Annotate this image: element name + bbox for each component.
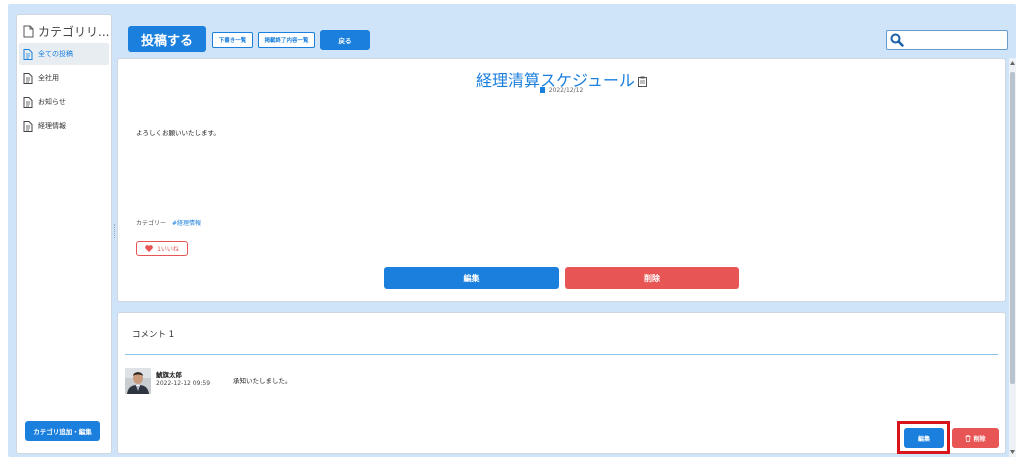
comment-text: 承知いたしました。 [233, 377, 292, 385]
post-date: 2022/12/12 [548, 87, 584, 94]
avatar [125, 368, 151, 394]
app-root: カテゴリリ... 全ての投稿 全社用 お知らせ 経理情報 カテゴリ追加・編集 投… [0, 0, 1024, 461]
scrollbar-thumb[interactable] [1010, 72, 1015, 384]
sidebar-item-company[interactable]: 全社用 [19, 67, 109, 89]
ended-posts-button[interactable]: 掲載終了内容一覧 [258, 32, 315, 48]
sidebar-item-label: 全社用 [38, 74, 59, 82]
file-text-icon [23, 72, 33, 84]
user-photo-icon [125, 368, 151, 394]
search-box [886, 30, 1008, 50]
back-button[interactable]: 戻る [320, 30, 370, 50]
sidebar-item-label: 全ての投稿 [38, 50, 73, 58]
edit-comment-button[interactable]: 編集 [904, 428, 944, 448]
delete-comment-button[interactable]: 削除 [952, 428, 999, 448]
search-input[interactable] [907, 32, 1003, 48]
comment-author: 鯱旗太郎 [156, 371, 182, 379]
scroll-up-arrow-icon[interactable] [1009, 58, 1016, 68]
like-button[interactable]: 1いいね [136, 241, 188, 256]
file-text-icon [23, 48, 33, 60]
divider [125, 354, 998, 355]
comments-header: コメント 1 [132, 330, 175, 340]
file-text-icon [23, 120, 33, 132]
category-label: カテゴリー [136, 220, 167, 227]
sidebar-item-label: お知らせ [38, 98, 66, 106]
like-text: いいね [160, 246, 179, 253]
comments-card: コメント 1 鯱旗太郎 2022-12-12 09:59 承知いたしました。 編… [117, 312, 1006, 454]
post-card: 経理清算スケジュール 2022/12/12 よろしくお願いいたします。 カテゴリ… [117, 58, 1006, 302]
document-icon [23, 25, 34, 38]
category-tag-link[interactable]: #経理情報 [172, 220, 201, 227]
drafts-button[interactable]: 下書き一覧 [212, 32, 253, 48]
sidebar-item-notices[interactable]: お知らせ [19, 91, 109, 113]
clipboard-icon [637, 76, 647, 87]
file-text-icon [23, 96, 33, 108]
post-category-row: カテゴリー #経理情報 [136, 218, 201, 227]
file-icon [539, 87, 545, 93]
sidebar-item-accounting[interactable]: 経理情報 [19, 115, 109, 137]
sidebar-item-label: 経理情報 [38, 122, 66, 130]
category-sidebar: カテゴリリ... 全ての投稿 全社用 お知らせ 経理情報 カテゴリ追加・編集 [16, 14, 112, 454]
post-button[interactable]: 投稿する [128, 26, 206, 52]
sidebar-item-all-posts[interactable]: 全ての投稿 [19, 43, 109, 65]
delete-comment-label: 削除 [973, 435, 986, 443]
trash-icon [965, 434, 971, 442]
delete-post-button[interactable]: 削除 [565, 267, 739, 289]
post-date-row: 2022/12/12 [118, 87, 1005, 94]
add-category-button[interactable]: カテゴリ追加・編集 [25, 421, 100, 441]
sidebar-resize-handle[interactable] [114, 224, 116, 238]
heart-icon [145, 245, 153, 252]
edit-post-button[interactable]: 編集 [384, 267, 559, 289]
scroll-down-arrow-icon[interactable] [1009, 447, 1016, 457]
post-body: よろしくお願いいたします。 [136, 129, 220, 137]
sidebar-header: カテゴリリ... [23, 23, 109, 40]
like-label: 1いいね [157, 244, 179, 253]
comment-timestamp: 2022-12-12 09:59 [156, 380, 211, 387]
search-icon [890, 33, 904, 47]
sidebar-title: カテゴリリ... [38, 25, 110, 39]
